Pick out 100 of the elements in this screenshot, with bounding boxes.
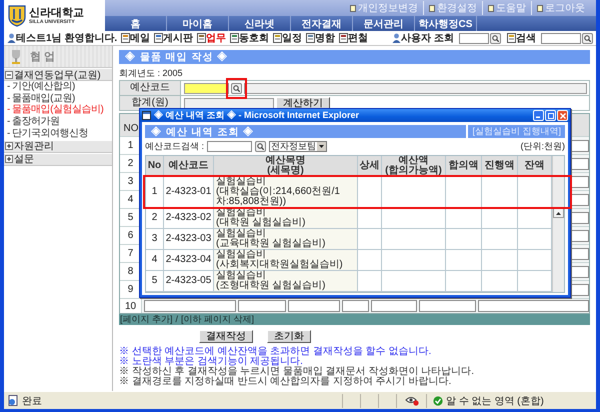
tree-node-label: 자원관리	[14, 140, 54, 154]
calculate-button[interactable]: 계산하기	[276, 96, 330, 110]
table-cell	[482, 271, 518, 292]
table-cell	[382, 250, 446, 271]
check-circle-icon	[433, 396, 443, 406]
budget-code-field[interactable]	[184, 82, 229, 94]
column-header: No	[146, 156, 164, 177]
menu-link[interactable]: 명함	[315, 31, 336, 45]
tree-item[interactable]: - 물품매입(실험실습비)	[4, 104, 112, 116]
budget-code-search-field[interactable]	[207, 141, 252, 152]
zone-text: 알 수 없는 영역 (혼합)	[446, 394, 544, 408]
item-field[interactable]	[288, 300, 340, 312]
tree-node[interactable]: 결재연동업무(교원)	[4, 69, 112, 81]
menu-link[interactable]: 게시판	[163, 31, 194, 45]
search-button[interactable]	[231, 82, 242, 94]
table-cell	[446, 229, 482, 250]
budget-item-name: 실험실습비	[216, 250, 266, 260]
budget-item-detail: (대학원 실험실습비)	[216, 218, 306, 228]
search-icon	[233, 84, 240, 92]
department-dropdown[interactable]: 전자정보팀	[269, 141, 328, 152]
item-field[interactable]	[419, 300, 476, 312]
budget-item-detail: (교육대학원 실험실습비)	[216, 239, 326, 249]
note-text: ※ 선택한 예산코드에 예산잔액을 초과하면 결재작성을 할수 없습니다.	[119, 347, 432, 357]
small-icon	[488, 4, 494, 12]
column-header: 상세	[358, 156, 382, 177]
page-icon	[197, 33, 206, 43]
nav-tab[interactable]: 전자결재	[291, 16, 353, 31]
welcome-text: 테스트1님 환영합니다.	[16, 32, 118, 45]
table-cell	[482, 208, 518, 229]
tree-node[interactable]: 설문	[4, 154, 112, 166]
budget-name-field[interactable]	[244, 82, 587, 94]
search-button[interactable]	[582, 32, 593, 44]
budget-item-name: 실험실습비	[216, 271, 266, 281]
search-field[interactable]	[541, 32, 581, 44]
tree-item[interactable]: - 출장허가원	[4, 116, 112, 128]
person-icon	[392, 33, 402, 43]
page-icon	[8, 395, 19, 406]
row-number: 10	[120, 299, 142, 313]
page-icon	[273, 33, 282, 43]
tree-item[interactable]: - 물품매입(교원)	[4, 92, 112, 104]
table-cell: 2	[146, 208, 164, 229]
menu-link[interactable]: 동호회	[239, 31, 270, 45]
add-page-link[interactable]: [페이지 추가]	[120, 314, 173, 325]
budget-item-detail: (대학실습(이:214,660천원/1차:85,808천원))	[216, 187, 341, 207]
page-icon	[339, 33, 348, 43]
page-icon	[154, 33, 164, 43]
item-field[interactable]	[371, 300, 417, 312]
item-field[interactable]	[144, 300, 236, 312]
delete-pages-link[interactable]: [이하 페이지 삭제]	[181, 314, 254, 325]
university-emblem-icon	[8, 4, 26, 26]
maximize-button[interactable]	[545, 110, 556, 121]
nav-tab[interactable]: 신라넷	[229, 16, 291, 31]
tree-node[interactable]: 자원관리	[4, 140, 112, 153]
user-search-label: 사용자 조회	[401, 32, 454, 45]
user-search-field[interactable]	[459, 32, 489, 44]
close-button[interactable]	[557, 110, 568, 121]
tree-item[interactable]: - 단기국외여행신청	[4, 128, 112, 140]
trophy-icon	[10, 48, 22, 64]
separator-text: /	[176, 314, 178, 325]
note-text: ※ 결재경로를 지정하실때 반드시 예산합의자를 지정하여 주시기 바랍니다.	[119, 377, 452, 387]
page-icon	[507, 33, 516, 43]
item-field[interactable]	[238, 300, 286, 312]
submit-approval-button[interactable]: 결재작성	[199, 330, 253, 343]
search-button[interactable]	[490, 32, 501, 44]
minimize-button[interactable]	[533, 110, 544, 121]
person-icon	[7, 33, 16, 43]
column-header: 예산코드	[164, 156, 214, 177]
item-field[interactable]	[342, 300, 369, 312]
unit-text: (단위:천원)	[520, 140, 565, 153]
table-cell	[382, 271, 446, 292]
table-cell	[446, 250, 482, 271]
table-cell	[482, 229, 518, 250]
eye-icon	[404, 396, 418, 406]
maximize-icon	[548, 112, 554, 118]
table-cell	[446, 208, 482, 229]
tree-item[interactable]: - 기안(예산합의)	[4, 81, 112, 93]
nav-tab[interactable]: 학사행정CS	[415, 16, 477, 31]
page-title: ◈ 물품 매입 작성 ◈	[125, 51, 228, 64]
menu-link[interactable]: 편철	[348, 31, 368, 45]
small-icon	[537, 4, 543, 12]
menu-link[interactable]: 일정	[282, 31, 302, 45]
nav-tab[interactable]: 홈	[105, 16, 167, 31]
table-cell: 5	[146, 271, 164, 292]
table-cell	[446, 271, 482, 292]
budget-item-detail: (조형대학원 실험실습비)	[216, 281, 326, 291]
nav-tab[interactable]: 마이홈	[167, 16, 229, 31]
nav-tab[interactable]: 문서관리	[353, 16, 415, 31]
total-field[interactable]	[184, 98, 274, 108]
search-button[interactable]	[255, 141, 266, 152]
menu-link[interactable]: 업무	[206, 31, 226, 45]
menu-link[interactable]: 메일	[130, 31, 150, 45]
item-field[interactable]	[478, 300, 589, 312]
column-header: 잔액	[518, 156, 552, 177]
table-cell	[382, 229, 446, 250]
scrollbar[interactable]	[552, 156, 564, 292]
tree-node-label: 설문	[14, 153, 34, 166]
search-label: 검색	[516, 32, 536, 45]
search-icon	[492, 34, 499, 42]
search-icon	[257, 143, 264, 150]
reset-button[interactable]: 초기화	[267, 330, 311, 343]
